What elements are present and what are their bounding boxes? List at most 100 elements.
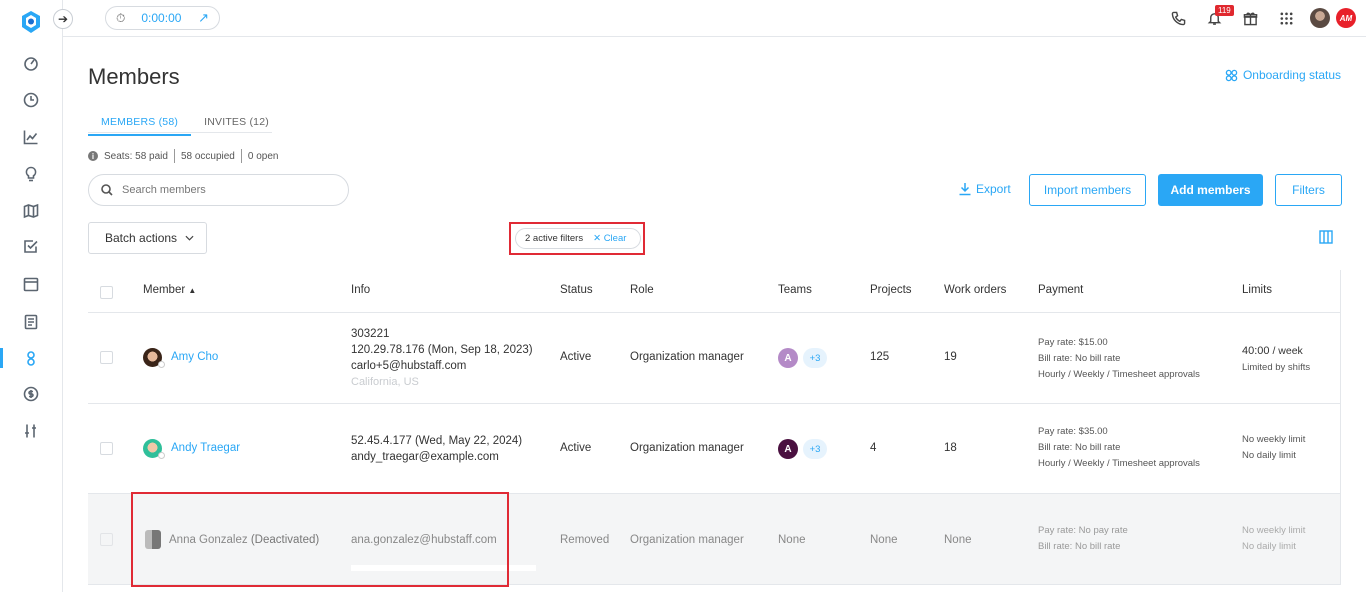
member-name-link[interactable]: Amy Cho [171,351,218,363]
download-icon [959,183,971,196]
members-people-icon[interactable] [20,347,42,369]
work-orders-count: 19 [944,351,957,363]
phone-icon[interactable] [1160,6,1196,30]
map-icon[interactable] [20,200,42,222]
select-all-checkbox[interactable] [100,286,113,299]
work-orders-count: 18 [944,442,957,454]
active-filters-label: 2 active filters [525,233,584,244]
column-teams: Teams [778,284,812,296]
member-location: California, US [351,376,419,388]
column-status: Status [560,284,593,296]
status-dot-icon [158,361,165,368]
payment-info: Pay rate: No pay rate Bill rate: No bill… [1038,523,1128,555]
gift-icon[interactable] [1232,6,1268,30]
column-info: Info [351,284,371,296]
payment-info: Pay rate: $35.00 Bill rate: No bill rate… [1038,424,1200,472]
column-work-orders: Work orders [944,284,1007,296]
table-row[interactable]: Andy Traegar 52.45.4.177 (Wed, May 22, 2… [88,404,1341,494]
export-button[interactable]: Export [958,182,1011,196]
reports-chart-icon[interactable] [20,126,42,148]
tabs: MEMBERS (58) INVITES (12) [88,112,282,136]
pay-rate: Pay rate: $15.00 [1038,337,1108,348]
column-member-label: Member [143,284,186,296]
more-teams-badge[interactable]: +3 [803,439,827,459]
member-email: andy_traegar@example.com [351,451,499,463]
member-info: 303221 120.29.78.176 (Mon, Sep 18, 2023)… [351,326,533,390]
dashboard-icon[interactable] [20,52,42,74]
role-text: Organization manager [630,351,744,363]
limit-note: Limited by shifts [1242,362,1311,373]
pay-rate: Pay rate: $35.00 [1038,426,1108,437]
projects-count: 125 [870,351,890,363]
open-timer-arrow-icon[interactable]: ↗ [198,10,209,26]
expand-sidebar-arrow-icon[interactable]: ➔ [53,9,73,29]
divider [240,149,242,163]
timesheets-clock-icon[interactable] [20,89,42,111]
work-orders-text: None [944,534,972,546]
seats-open: 0 open [247,150,279,162]
info-icon[interactable]: i [88,151,98,161]
row-checkbox[interactable] [100,442,113,455]
seats-summary: i Seats: 58 paid 58 occupied 0 open [88,149,278,163]
top-bar: ➔ ⏱ 0:00:00 ↗ 119 AM [53,0,1366,37]
settings-sliders-icon[interactable] [20,420,42,442]
active-filters-pill: 2 active filters ✕ Clear [515,228,641,249]
bill-rate: Bill rate: No bill rate [1038,442,1121,453]
pay-type: Hourly / Weekly / Timesheet approvals [1038,458,1200,469]
tab-invites[interactable]: INVITES (12) [191,112,282,136]
top-right-actions: 119 AM [1160,5,1356,30]
column-payment: Payment [1038,284,1084,296]
team-avatar[interactable]: A [778,439,798,459]
payment-info: Pay rate: $15.00 Bill rate: No bill rate… [1038,335,1200,383]
notifications-bell-icon[interactable]: 119 [1196,5,1234,30]
sidebar [0,0,63,592]
onboarding-status-link[interactable]: Onboarding status [1225,68,1341,82]
member-ip: 120.29.78.176 (Mon, Sep 18, 2023) [351,344,533,356]
columns-icon[interactable] [1319,230,1333,247]
member-ip: 52.45.4.177 (Wed, May 22, 2024) [351,435,523,447]
sidebar-active-indicator [0,348,3,368]
weekly-limit: No weekly limit [1242,525,1306,536]
limits-info: No weekly limit No daily limit [1242,523,1305,555]
row-checkbox[interactable] [100,351,113,364]
import-members-button[interactable]: Import members [1029,174,1146,206]
insights-bulb-icon[interactable] [20,163,42,185]
user-photo-avatar[interactable] [1310,8,1330,28]
timer-widget[interactable]: ⏱ 0:00:00 ↗ [105,6,220,30]
apps-grid-icon[interactable] [1268,6,1304,30]
tasks-checkbox-icon[interactable] [20,235,42,257]
documents-icon[interactable] [20,311,42,333]
calendar-icon[interactable] [20,273,42,295]
table-row[interactable]: Amy Cho 303221 120.29.78.176 (Mon, Sep 1… [88,313,1341,404]
more-teams-badge[interactable]: +3 [803,348,827,368]
row-checkbox [100,533,113,546]
chevron-down-icon [185,235,194,241]
member-info: 52.45.4.177 (Wed, May 22, 2024) andy_tra… [351,433,522,465]
seats-occupied: 58 occupied [180,150,235,162]
status-dot-icon [158,452,165,459]
search-input[interactable] [122,184,322,196]
onboarding-status-label: Onboarding status [1242,68,1341,82]
batch-actions-dropdown[interactable]: Batch actions [88,222,207,254]
tab-members[interactable]: MEMBERS (58) [88,112,192,136]
filters-button[interactable]: Filters [1275,174,1342,206]
notification-count-badge: 119 [1215,5,1234,16]
batch-actions-label: Batch actions [105,231,178,245]
pay-rate: Pay rate: No pay rate [1038,525,1128,536]
column-limits: Limits [1242,284,1273,296]
pay-type: Hourly / Weekly / Timesheet approvals [1038,369,1200,380]
hubstaff-logo[interactable] [19,10,43,34]
clear-filters-label: Clear [603,233,627,244]
seats-paid: Seats: 58 paid [104,150,168,162]
financials-dollar-icon[interactable] [20,383,42,405]
column-member[interactable]: Member ▲ [143,284,196,296]
stopwatch-icon: ⏱ [116,10,126,25]
add-members-button[interactable]: Add members [1158,174,1263,206]
column-role: Role [630,284,654,296]
column-projects: Projects [870,284,912,296]
user-initials-avatar[interactable]: AM [1336,8,1356,28]
search-box[interactable] [88,174,349,206]
team-avatar[interactable]: A [778,348,798,368]
member-name-link[interactable]: Andy Traegar [171,442,240,454]
clear-filters-button[interactable]: ✕ Clear [593,233,626,244]
